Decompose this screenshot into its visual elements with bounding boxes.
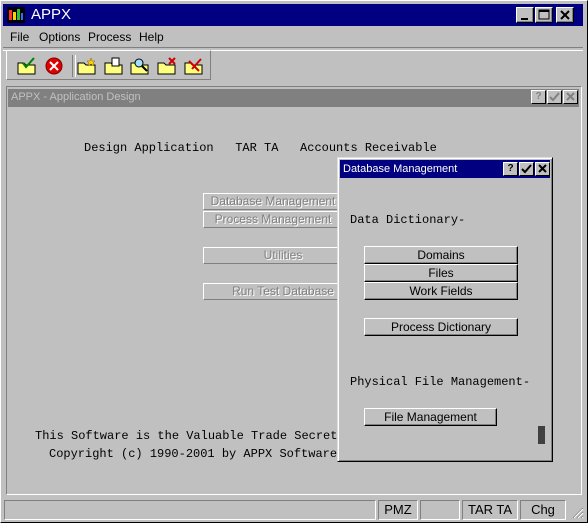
status-cell-blank: [420, 500, 460, 520]
dialog-titlebar[interactable]: Database Management ?: [340, 160, 550, 178]
maximize-icon: [538, 9, 550, 20]
child-help-button[interactable]: ?: [531, 90, 546, 104]
file-management-button[interactable]: File Management: [364, 408, 497, 426]
dialog-help-button[interactable]: ?: [503, 162, 518, 176]
window-titlebar[interactable]: APPX: [3, 4, 583, 26]
help-icon: ?: [507, 163, 514, 174]
window-title: APPX: [31, 6, 72, 23]
child-ok-button[interactable]: [547, 90, 562, 104]
menu-options[interactable]: Options: [39, 30, 80, 44]
check-icon: [521, 164, 532, 174]
toolbar: [6, 50, 211, 80]
close-button[interactable]: [556, 7, 574, 23]
dialog-ok-button[interactable]: [519, 162, 534, 176]
close-icon: [566, 92, 575, 101]
work-fields-button[interactable]: Work Fields: [364, 282, 518, 300]
menu-process[interactable]: Process: [88, 30, 131, 44]
trade-secret-notice: This Software is the Valuable Trade Secr…: [35, 429, 338, 443]
domains-button[interactable]: Domains: [364, 246, 518, 264]
dialog-close-button[interactable]: [535, 162, 550, 176]
process-dictionary-button[interactable]: Process Dictionary: [364, 318, 518, 336]
files-button[interactable]: Files: [364, 264, 518, 282]
check-folder-icon[interactable]: [17, 57, 37, 75]
cancel-icon[interactable]: [44, 57, 64, 75]
toolbar-divider: [72, 55, 76, 77]
status-cell-pmz: PMZ: [378, 500, 418, 520]
minimize-icon: [521, 18, 528, 20]
child-close-button[interactable]: [563, 90, 578, 104]
open-folder-icon[interactable]: [104, 57, 124, 75]
child-window-titlebar[interactable]: APPX - Application Design ?: [8, 89, 579, 107]
minimize-button[interactable]: [516, 7, 534, 23]
status-cell-application: TAR TA: [462, 500, 518, 520]
appx-logo-icon: [7, 7, 25, 23]
process-management-button[interactable]: Process Management: [203, 211, 343, 228]
physical-file-management-label: Physical File Management-: [350, 375, 531, 389]
dialog-title: Database Management: [343, 163, 458, 175]
copyright-notice: Copyright (c) 1990-2001 by APPX Software…: [49, 447, 345, 461]
menubar: File Options Process Help: [3, 27, 583, 47]
child-window-title: APPX - Application Design: [11, 91, 141, 103]
database-management-button[interactable]: Database Management: [203, 193, 343, 210]
design-application-header: Design Application TAR TA Accounts Recei…: [84, 141, 437, 155]
new-folder-icon[interactable]: [77, 57, 97, 75]
menu-help[interactable]: Help: [139, 30, 164, 44]
scroll-indicator: [538, 426, 545, 444]
help-icon: ?: [535, 91, 542, 102]
check-icon: [549, 92, 560, 102]
resize-grip-icon[interactable]: [570, 505, 584, 519]
search-folder-icon[interactable]: [130, 57, 150, 75]
edit-folder-icon[interactable]: [184, 57, 204, 75]
delete-folder-icon[interactable]: [157, 57, 177, 75]
status-cell-mode: Chg: [520, 500, 566, 520]
status-cell-message: [4, 500, 376, 520]
data-dictionary-label: Data Dictionary-: [350, 213, 466, 227]
menu-file[interactable]: File: [10, 30, 29, 44]
close-icon: [560, 10, 570, 20]
close-icon: [538, 164, 547, 173]
maximize-button[interactable]: [535, 7, 553, 23]
